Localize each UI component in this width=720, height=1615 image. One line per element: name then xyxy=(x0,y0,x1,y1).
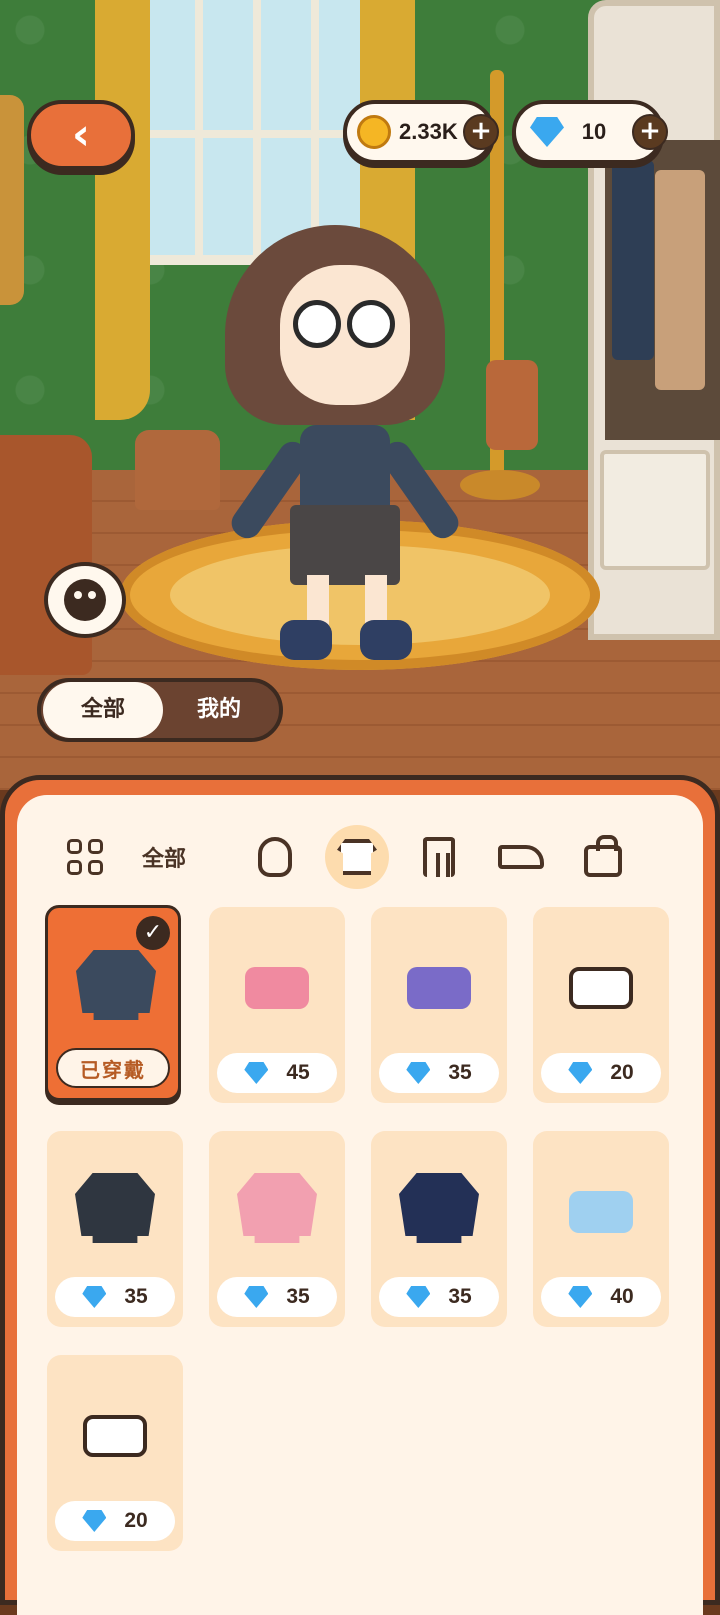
wardrobe-coat xyxy=(612,160,654,360)
wardrobe-panel: 全部 ✓ 已穿戴 45 35 20 35 35 35 40 20 xyxy=(0,775,720,1615)
emote-button[interactable] xyxy=(44,562,126,638)
price-value: 35 xyxy=(124,1285,148,1308)
item-image xyxy=(399,949,479,1019)
gem-icon xyxy=(568,1286,593,1308)
price-value: 20 xyxy=(610,1061,634,1084)
item-image xyxy=(561,1173,641,1243)
gem-icon xyxy=(406,1062,431,1084)
back-arrow-icon: ‹ xyxy=(71,109,91,160)
coin-amount: 2.33K xyxy=(399,119,458,144)
gem-balance: 10 + xyxy=(512,100,668,164)
category-bag[interactable] xyxy=(571,825,635,889)
category-all-label[interactable]: 全部 xyxy=(142,841,186,873)
bag-icon xyxy=(584,835,622,877)
shirt-icon xyxy=(337,839,377,875)
curtain-left xyxy=(95,0,150,420)
wardrobe-panel-body: 全部 ✓ 已穿戴 45 35 20 35 35 35 40 20 xyxy=(17,795,703,1615)
item-image xyxy=(75,1173,155,1243)
category-bar: 全部 xyxy=(17,825,703,895)
category-pants[interactable] xyxy=(407,825,471,889)
add-gems-button[interactable]: + xyxy=(632,114,668,150)
category-all[interactable] xyxy=(53,825,117,889)
character-shoe xyxy=(360,620,412,660)
coin-icon xyxy=(357,115,391,149)
filter-mine-tab[interactable]: 我的 xyxy=(159,682,279,738)
worn-status-text: 已穿戴 xyxy=(80,1057,146,1082)
character-top xyxy=(300,425,390,515)
item-price: 35 xyxy=(217,1277,337,1317)
chest xyxy=(0,435,92,675)
item-card[interactable]: 35 xyxy=(47,1131,183,1327)
item-card[interactable]: 35 xyxy=(209,1131,345,1327)
price-value: 45 xyxy=(286,1061,310,1084)
wardrobe-drawer xyxy=(600,450,710,570)
item-price: 40 xyxy=(541,1277,661,1317)
gem-icon xyxy=(244,1286,269,1308)
character-glasses xyxy=(347,300,395,348)
item-card-worn[interactable]: ✓ 已穿戴 xyxy=(45,905,181,1101)
gem-icon xyxy=(406,1286,431,1308)
checkmark-icon: ✓ xyxy=(136,916,170,950)
gem-amount: 10 xyxy=(581,119,607,144)
item-price: 35 xyxy=(379,1053,499,1093)
hanging-bag xyxy=(486,360,538,450)
back-button[interactable]: ‹ xyxy=(27,100,135,170)
category-shoes[interactable] xyxy=(489,825,553,889)
item-card[interactable]: 20 xyxy=(47,1355,183,1551)
price-value: 35 xyxy=(286,1285,310,1308)
price-value: 35 xyxy=(448,1285,472,1308)
gem-icon xyxy=(82,1286,107,1308)
ownership-filter: 全部 我的 xyxy=(37,678,283,742)
gem-icon xyxy=(530,117,564,147)
gem-icon xyxy=(568,1062,593,1084)
item-image xyxy=(76,950,156,1020)
item-price: 35 xyxy=(55,1277,175,1317)
worn-label: 已穿戴 xyxy=(56,1048,170,1088)
add-coins-button[interactable]: + xyxy=(463,114,499,150)
item-price: 45 xyxy=(217,1053,337,1093)
character-glasses xyxy=(293,300,341,348)
price-value: 35 xyxy=(448,1061,472,1084)
emote-face-icon xyxy=(64,579,106,621)
price-value: 20 xyxy=(124,1509,148,1532)
item-card[interactable]: 35 xyxy=(371,907,507,1103)
item-image xyxy=(561,949,641,1019)
hair-icon xyxy=(258,837,292,877)
coat-rack-base xyxy=(460,470,540,500)
item-card[interactable]: 35 xyxy=(371,1131,507,1327)
grid-icon xyxy=(67,839,103,875)
gem-icon xyxy=(82,1510,107,1532)
boots-decoration xyxy=(135,430,220,510)
category-top[interactable] xyxy=(325,825,389,889)
coin-balance: 2.33K + xyxy=(343,100,499,164)
price-value: 40 xyxy=(610,1285,634,1308)
item-image xyxy=(237,949,317,1019)
item-card[interactable]: 45 xyxy=(209,907,345,1103)
item-price: 35 xyxy=(379,1277,499,1317)
shoe-icon xyxy=(498,845,544,869)
item-image xyxy=(399,1173,479,1243)
item-image xyxy=(237,1173,317,1243)
pants-icon xyxy=(423,837,455,877)
character-shoe xyxy=(280,620,332,660)
item-card[interactable]: 40 xyxy=(533,1131,669,1327)
character-avatar xyxy=(225,225,464,675)
item-price: 20 xyxy=(55,1501,175,1541)
wardrobe-coat xyxy=(655,170,705,390)
gem-icon xyxy=(244,1062,269,1084)
item-price: 20 xyxy=(541,1053,661,1093)
item-image xyxy=(75,1397,155,1467)
mirror xyxy=(0,95,24,305)
character-shorts xyxy=(290,505,400,585)
filter-all-tab[interactable]: 全部 xyxy=(43,682,163,738)
item-card[interactable]: 20 xyxy=(533,907,669,1103)
category-hair[interactable] xyxy=(243,825,307,889)
